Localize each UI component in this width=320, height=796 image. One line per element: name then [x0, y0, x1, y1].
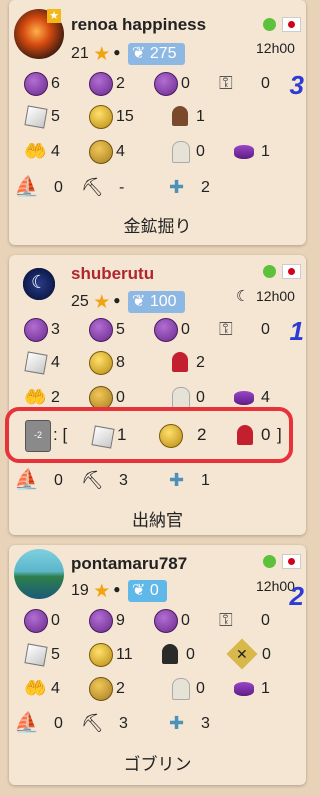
hand-meeple-icon	[172, 387, 190, 409]
gold-coin-icon	[89, 351, 113, 375]
purple-coin-3-icon	[154, 609, 178, 633]
player-role: ゴブリン	[123, 755, 192, 774]
key-icon: ⚿	[219, 73, 233, 93]
player-panel-renoa: ★ renoa happiness 21 ★ ● ❦ 275 12h00 3 6 …	[9, 0, 306, 245]
laurel-icon: ❦	[132, 293, 150, 310]
purple-coin-3-icon	[154, 72, 178, 96]
ship-icon: ⛵	[14, 176, 39, 198]
hand-cube-icon: 🤲	[24, 141, 47, 161]
player-avatar[interactable]	[14, 549, 64, 599]
player-order-number: 1	[289, 316, 304, 346]
purple-coin-icon	[24, 318, 48, 342]
separator-dot: ●	[113, 582, 121, 597]
black-meeple-icon	[162, 644, 178, 664]
player-order-number: 2	[289, 581, 304, 611]
brown-meeple-icon	[172, 106, 188, 126]
key-icon: ⚿	[219, 610, 233, 630]
player-order-number: 3	[289, 70, 304, 100]
purple-cylinder-icon	[234, 682, 254, 696]
player-score: 25 ★ ● ❦ 100	[71, 291, 185, 314]
player-score: 21 ★ ● ❦ 275	[71, 43, 185, 66]
purple-coin-2-icon	[89, 609, 113, 633]
hand-coin-icon	[89, 677, 113, 701]
shovel-icon: ⛏	[81, 177, 104, 197]
online-status-icon	[263, 555, 276, 568]
japan-flag-icon	[282, 554, 301, 569]
white-cube-icon	[24, 105, 48, 129]
player-panel-pontamaru: pontamaru787 19 ★ ● ❦ 0 12h00 2 0 9 0 ⚿ 0 …	[9, 545, 306, 785]
purple-coin-2-icon	[89, 318, 113, 342]
wrench-icon: ✚	[169, 470, 185, 490]
player-clock: 12h00	[256, 288, 295, 304]
player-role: 出納官	[132, 511, 183, 530]
ship-icon: ⛵	[14, 712, 39, 734]
purple-cylinder-icon	[234, 145, 254, 159]
rank-badge: ❦ 0	[128, 580, 167, 602]
shovel-icon: ⛏	[81, 470, 104, 490]
moon-avatar-icon: ☾	[31, 272, 48, 292]
separator-dot: ●	[113, 293, 121, 308]
hand-meeple-icon	[172, 678, 190, 700]
gold-coin-icon	[89, 643, 113, 667]
meeple-value: 0	[261, 425, 271, 444]
player-role: 金鉱掘り	[123, 217, 192, 236]
first-player-star-icon: ★	[47, 9, 61, 23]
purple-coin-3-icon	[154, 318, 178, 342]
red-meeple-icon	[172, 352, 188, 372]
player-panel-shuberutu: ☾ shuberutu 25 ★ ● ❦ 100 ☾ 12h00 1 3 5 0 …	[9, 255, 306, 535]
minus-two-tile-icon: -2	[25, 420, 51, 452]
hand-cube-icon: 🤲	[24, 678, 47, 698]
separator-dot: ●	[113, 45, 121, 60]
purple-coin-icon	[24, 609, 48, 633]
purple-cylinder-icon	[234, 391, 254, 405]
japan-flag-icon	[282, 17, 301, 32]
gold-coin-icon	[159, 424, 183, 448]
gold-coin-icon	[89, 105, 113, 129]
wrench-icon: ✚	[169, 713, 185, 733]
purple-coin-2-icon	[89, 72, 113, 96]
rank-badge: ❦ 275	[128, 43, 185, 65]
player-name[interactable]: renoa happiness	[71, 15, 206, 35]
laurel-icon: ❦	[132, 45, 150, 62]
hand-meeple-icon	[172, 141, 190, 163]
hand-coin-icon	[89, 140, 113, 164]
player-name[interactable]: shuberutu	[71, 264, 154, 284]
white-cube-icon	[24, 351, 48, 375]
wrench-icon: ✚	[169, 177, 185, 197]
player-score: 19 ★ ● ❦ 0	[71, 580, 167, 603]
hand-cube-icon: 🤲	[24, 387, 47, 407]
star-icon: ★	[93, 44, 111, 66]
bracket-open: : [	[53, 425, 68, 444]
bracket-close: ]	[277, 425, 282, 444]
laurel-icon: ❦	[132, 582, 150, 599]
purple-coin-icon	[24, 72, 48, 96]
star-icon: ★	[93, 292, 111, 314]
coin-value: 2	[197, 425, 207, 444]
player-name[interactable]: pontamaru787	[71, 554, 187, 574]
moon-icon: ☾	[236, 288, 250, 305]
online-status-icon	[263, 18, 276, 31]
japan-flag-icon	[282, 264, 301, 279]
cube-value: 1	[117, 425, 127, 444]
player-clock: 12h00	[256, 40, 295, 56]
white-cube-icon	[91, 425, 115, 449]
key-icon: ⚿	[219, 319, 233, 339]
ship-icon: ⛵	[14, 469, 39, 491]
x-token-icon: ✕	[226, 638, 258, 670]
red-meeple-icon	[237, 425, 253, 445]
white-cube-icon	[24, 643, 48, 667]
star-icon: ★	[93, 581, 111, 603]
rank-badge: ❦ 100	[128, 291, 185, 313]
shovel-icon: ⛏	[81, 713, 104, 733]
highlighted-resource-box: -2 : [ 1 2 0 ]	[5, 407, 293, 463]
online-status-icon	[263, 265, 276, 278]
